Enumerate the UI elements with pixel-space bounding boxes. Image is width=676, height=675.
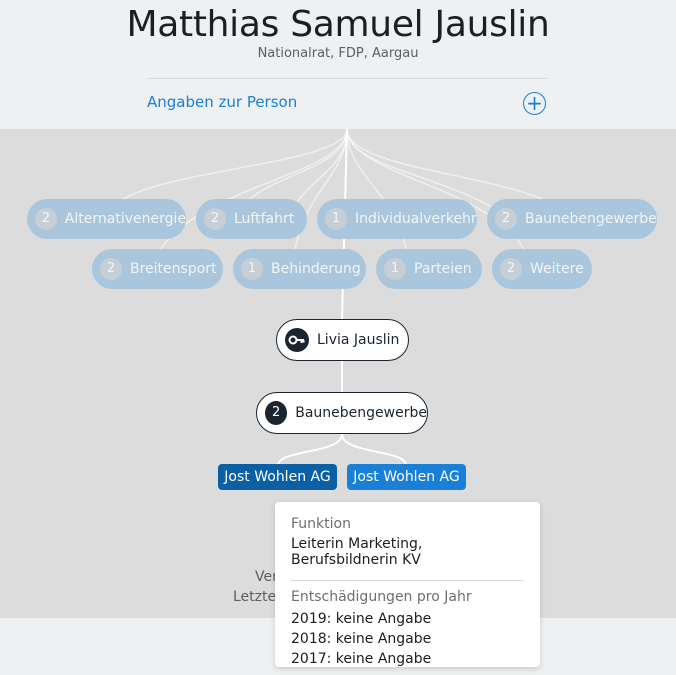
group-label: Baunebengewerbe [525, 211, 657, 227]
group-pill-individualverkehr[interactable]: 1 Individualverkehr [317, 199, 477, 239]
year-row: 2017: keine Angabe [291, 651, 432, 667]
year-row: 2018: keine Angabe [291, 631, 432, 647]
count-badge: 2 [265, 401, 288, 425]
angaben-zur-person-link[interactable]: Angaben zur Person [147, 93, 297, 111]
group-label: Individualverkehr [355, 211, 477, 227]
group-pill-parteien[interactable]: 1 Parteien [376, 249, 482, 289]
entschaedigung-label: Entschädigungen pro Jahr [291, 589, 472, 605]
divider [147, 78, 547, 79]
group-pill-behinderung[interactable]: 1 Behinderung [233, 249, 366, 289]
org-button-jost-wohlen-1[interactable]: Jost Wohlen AG [218, 464, 337, 490]
stamp-line-2: Letzte [233, 589, 277, 605]
profile-header: Matthias Samuel Jauslin Nationalrat, FDP… [0, 0, 676, 129]
org-tooltip: Funktion Leiterin Marketing, Berufsbildn… [275, 502, 540, 667]
count-badge: 2 [495, 208, 517, 230]
group-pill-alternativenergie[interactable]: 2 Alternativenergie [27, 199, 186, 239]
group-label: Weitere [530, 261, 584, 277]
count-badge: 2 [100, 258, 122, 280]
subtitle: Nationalrat, FDP, Aargau [257, 46, 419, 61]
selected-group-label: Baunebengewerbe [295, 405, 427, 421]
group-label: Parteien [414, 261, 472, 277]
count-badge: 2 [204, 208, 226, 230]
tooltip-divider [291, 580, 524, 581]
count-badge: 1 [241, 258, 263, 280]
count-badge: 2 [35, 208, 57, 230]
funktion-value: Leiterin Marketing, Berufsbildnerin KV [291, 536, 423, 568]
guest-node[interactable]: Livia Jauslin [276, 319, 409, 361]
group-label: Alternativenergie [64, 211, 186, 227]
count-badge: 1 [384, 258, 406, 280]
group-label: Luftfahrt [234, 211, 295, 227]
group-pill-weitere[interactable]: 2 Weitere [492, 249, 592, 289]
plus-icon[interactable]: + [523, 92, 546, 115]
page-title: Matthias Samuel Jauslin [126, 4, 550, 45]
count-badge: 1 [325, 208, 347, 230]
group-pill-luftfahrt[interactable]: 2 Luftfahrt [196, 199, 307, 239]
group-label: Behinderung [271, 261, 361, 277]
org-button-jost-wohlen-2[interactable]: Jost Wohlen AG [347, 464, 466, 490]
group-label: Breitensport [130, 261, 217, 277]
year-row: 2019: keine Angabe [291, 611, 432, 627]
count-badge: 2 [500, 258, 522, 280]
group-pill-baunebengewerbe[interactable]: 2 Baunebengewerbe [487, 199, 657, 239]
funktion-label: Funktion [291, 516, 351, 532]
selected-group-node[interactable]: 2 Baunebengewerbe [256, 392, 428, 434]
group-pill-breitensport[interactable]: 2 Breitensport [92, 249, 223, 289]
guest-label: Livia Jauslin [317, 332, 400, 348]
key-icon [285, 328, 309, 352]
